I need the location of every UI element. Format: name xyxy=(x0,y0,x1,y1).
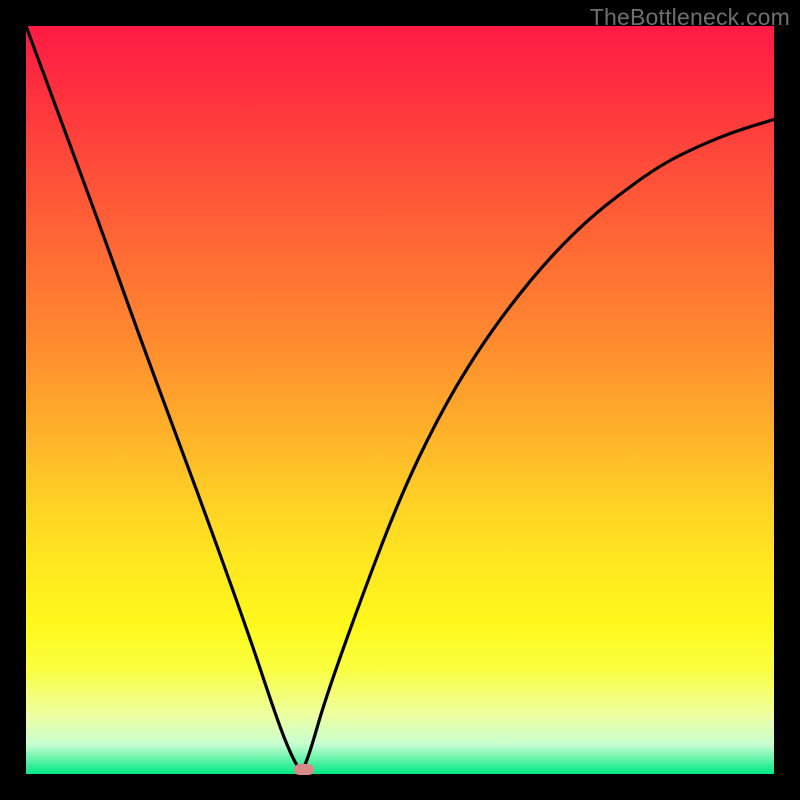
chart-plot-area xyxy=(26,26,774,774)
bottleneck-curve xyxy=(26,26,774,774)
chart-frame: TheBottleneck.com xyxy=(0,0,800,800)
watermark-text: TheBottleneck.com xyxy=(590,4,790,31)
curve-path xyxy=(26,26,774,768)
optimum-marker xyxy=(294,764,314,775)
